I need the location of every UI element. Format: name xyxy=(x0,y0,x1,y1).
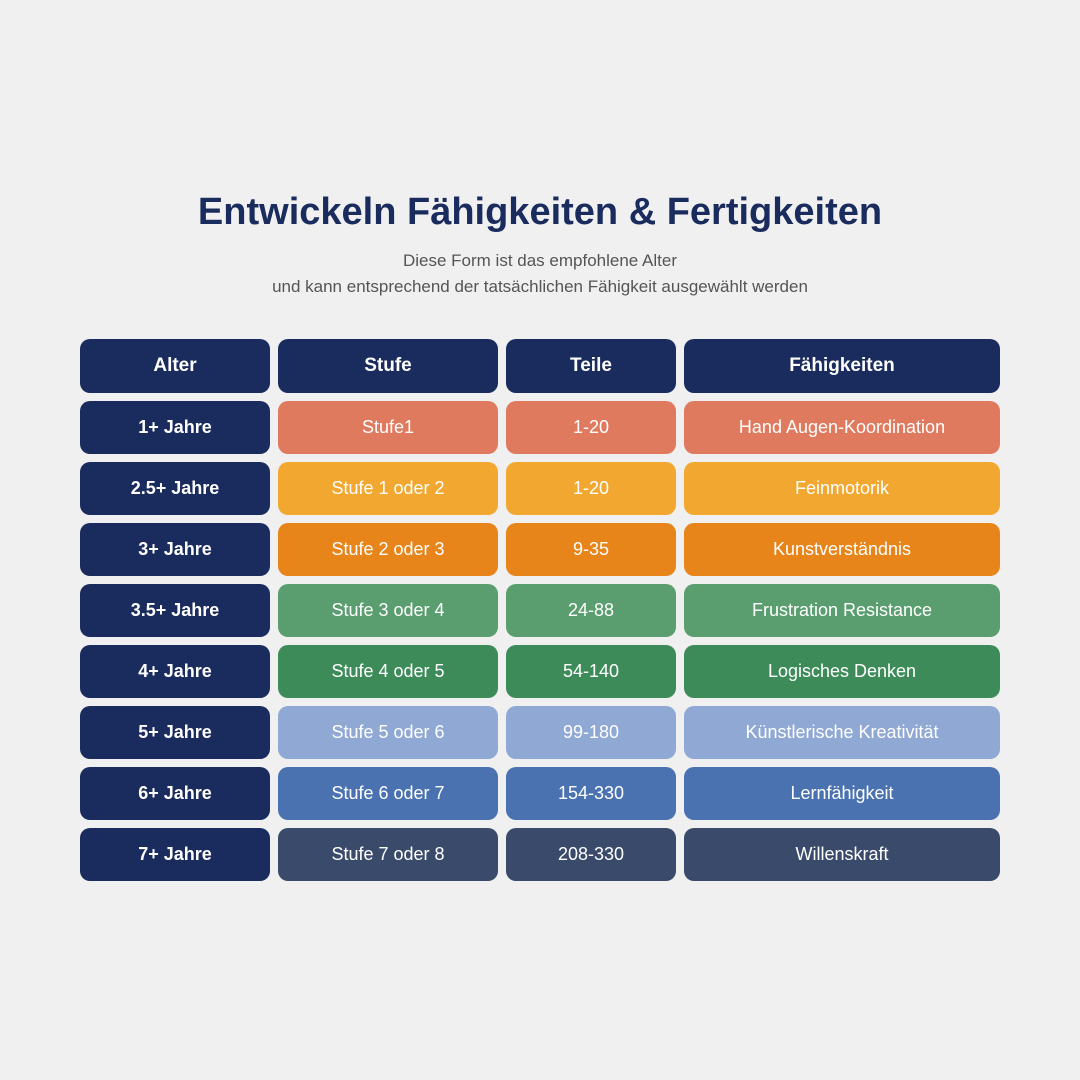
table-row: 3.5+ Jahre Stufe 3 oder 4 24-88 Frustrat… xyxy=(80,584,1000,637)
teile-cell: 1-20 xyxy=(506,401,676,454)
age-cell: 1+ Jahre xyxy=(80,401,270,454)
stufe-cell: Stufe 5 oder 6 xyxy=(278,706,498,759)
age-cell: 3+ Jahre xyxy=(80,523,270,576)
faehigkeit-cell: Logisches Denken xyxy=(684,645,1000,698)
faehigkeit-cell: Hand Augen-Koordination xyxy=(684,401,1000,454)
age-cell: 3.5+ Jahre xyxy=(80,584,270,637)
faehigkeit-cell: Kunstverständnis xyxy=(684,523,1000,576)
teile-cell: 154-330 xyxy=(506,767,676,820)
faehigkeit-cell: Lernfähigkeit xyxy=(684,767,1000,820)
table-row: 4+ Jahre Stufe 4 oder 5 54-140 Logisches… xyxy=(80,645,1000,698)
table-row: 1+ Jahre Stufe1 1-20 Hand Augen-Koordina… xyxy=(80,401,1000,454)
page-title: Entwickeln Fähigkeiten & Fertigkeiten xyxy=(80,191,1000,234)
stufe-cell: Stufe1 xyxy=(278,401,498,454)
skills-table: Alter Stufe Teile Fähigkeiten 1+ Jahre S… xyxy=(80,339,1000,881)
stufe-cell: Stufe 6 oder 7 xyxy=(278,767,498,820)
table-row: 2.5+ Jahre Stufe 1 oder 2 1-20 Feinmotor… xyxy=(80,462,1000,515)
faehigkeit-cell: Willenskraft xyxy=(684,828,1000,881)
faehigkeit-cell: Frustration Resistance xyxy=(684,584,1000,637)
stufe-cell: Stufe 1 oder 2 xyxy=(278,462,498,515)
header-faehigkeiten: Fähigkeiten xyxy=(684,339,1000,393)
stufe-cell: Stufe 3 oder 4 xyxy=(278,584,498,637)
subtitle-line1: Diese Form ist das empfohlene Alter xyxy=(403,251,677,270)
stufe-cell: Stufe 7 oder 8 xyxy=(278,828,498,881)
main-container: Entwickeln Fähigkeiten & Fertigkeiten Di… xyxy=(60,151,1020,929)
subtitle-line2: und kann entsprechend der tatsächlichen … xyxy=(272,277,808,296)
teile-cell: 54-140 xyxy=(506,645,676,698)
page-subtitle: Diese Form ist das empfohlene Alter und … xyxy=(80,248,1000,299)
header-teile: Teile xyxy=(506,339,676,393)
age-cell: 2.5+ Jahre xyxy=(80,462,270,515)
table-row: 5+ Jahre Stufe 5 oder 6 99-180 Künstleri… xyxy=(80,706,1000,759)
header-stufe: Stufe xyxy=(278,339,498,393)
faehigkeit-cell: Feinmotorik xyxy=(684,462,1000,515)
age-cell: 6+ Jahre xyxy=(80,767,270,820)
header-alter: Alter xyxy=(80,339,270,393)
teile-cell: 1-20 xyxy=(506,462,676,515)
stufe-cell: Stufe 4 oder 5 xyxy=(278,645,498,698)
table-row: 6+ Jahre Stufe 6 oder 7 154-330 Lernfähi… xyxy=(80,767,1000,820)
table-row: 3+ Jahre Stufe 2 oder 3 9-35 Kunstverstä… xyxy=(80,523,1000,576)
teile-cell: 9-35 xyxy=(506,523,676,576)
table-row: 7+ Jahre Stufe 7 oder 8 208-330 Willensk… xyxy=(80,828,1000,881)
teile-cell: 24-88 xyxy=(506,584,676,637)
teile-cell: 208-330 xyxy=(506,828,676,881)
age-cell: 7+ Jahre xyxy=(80,828,270,881)
faehigkeit-cell: Künstlerische Kreativität xyxy=(684,706,1000,759)
table-header: Alter Stufe Teile Fähigkeiten xyxy=(80,339,1000,393)
age-cell: 4+ Jahre xyxy=(80,645,270,698)
stufe-cell: Stufe 2 oder 3 xyxy=(278,523,498,576)
teile-cell: 99-180 xyxy=(506,706,676,759)
age-cell: 5+ Jahre xyxy=(80,706,270,759)
